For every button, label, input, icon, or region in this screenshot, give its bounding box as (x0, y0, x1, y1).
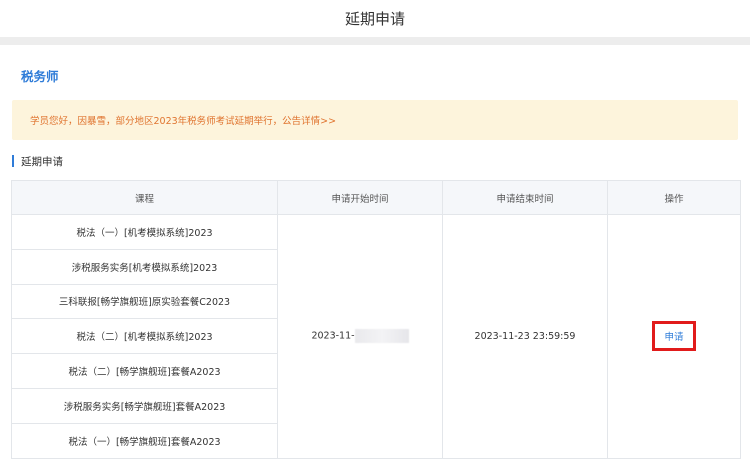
subsection-title: 延期申请 (12, 154, 63, 168)
column-header-start-time: 申请开始时间 (277, 180, 443, 215)
start-time-value: 2023-11- (311, 330, 355, 342)
notice-banner[interactable]: 学员您好，因暴雪，部分地区2023年税务师考试延期举行，公告详情>> (12, 100, 738, 140)
course-cell: 税法（一）[畅学旗舰班]套餐A2023 (11, 422, 278, 459)
apply-button[interactable]: 申请 (652, 321, 696, 352)
end-time-cell: 2023-11-23 23:59:59 (442, 214, 608, 459)
course-cell: 涉税服务实务[畅学旗舰班]套餐A2023 (11, 387, 278, 424)
table-header-row: 课程 申请开始时间 申请结束时间 操作 (11, 180, 741, 215)
extension-table: 课程 申请开始时间 申请结束时间 操作 税法（一）[机考模拟系统]2023 20… (11, 180, 741, 459)
title-accent-bar (12, 155, 14, 167)
notice-text[interactable]: 学员您好，因暴雪，部分地区2023年税务师考试延期举行，公告详情>> (30, 113, 336, 127)
apply-button-label: 申请 (664, 332, 684, 344)
column-header-end-time: 申请结束时间 (442, 180, 608, 215)
action-cell: 申请 (607, 214, 741, 459)
table-row: 税法（一）[机考模拟系统]2023 2023-11- 2023-11-23 23… (11, 214, 741, 459)
course-cell: 三科联报[畅学旗舰班]原实验套餐C2023 (11, 283, 278, 320)
course-cell: 涉税服务实务[机考模拟系统]2023 (11, 248, 278, 285)
course-cell: 税法（一）[机考模拟系统]2023 (11, 214, 278, 250)
start-time-cell: 2023-11- (277, 214, 443, 459)
subsection-title-text: 延期申请 (21, 155, 63, 168)
column-header-action: 操作 (607, 180, 741, 215)
page-title: 延期申请 (344, 10, 405, 28)
header-divider (0, 37, 750, 45)
redacted-blur (354, 329, 409, 344)
column-header-course: 课程 (11, 180, 278, 215)
course-cell: 税法（二）[畅学旗舰班]套餐A2023 (11, 353, 278, 389)
course-cell: 税法（二）[机考模拟系统]2023 (11, 318, 278, 355)
page-header: 延期申请 (0, 0, 750, 37)
section-title: 税务师 (21, 69, 59, 84)
